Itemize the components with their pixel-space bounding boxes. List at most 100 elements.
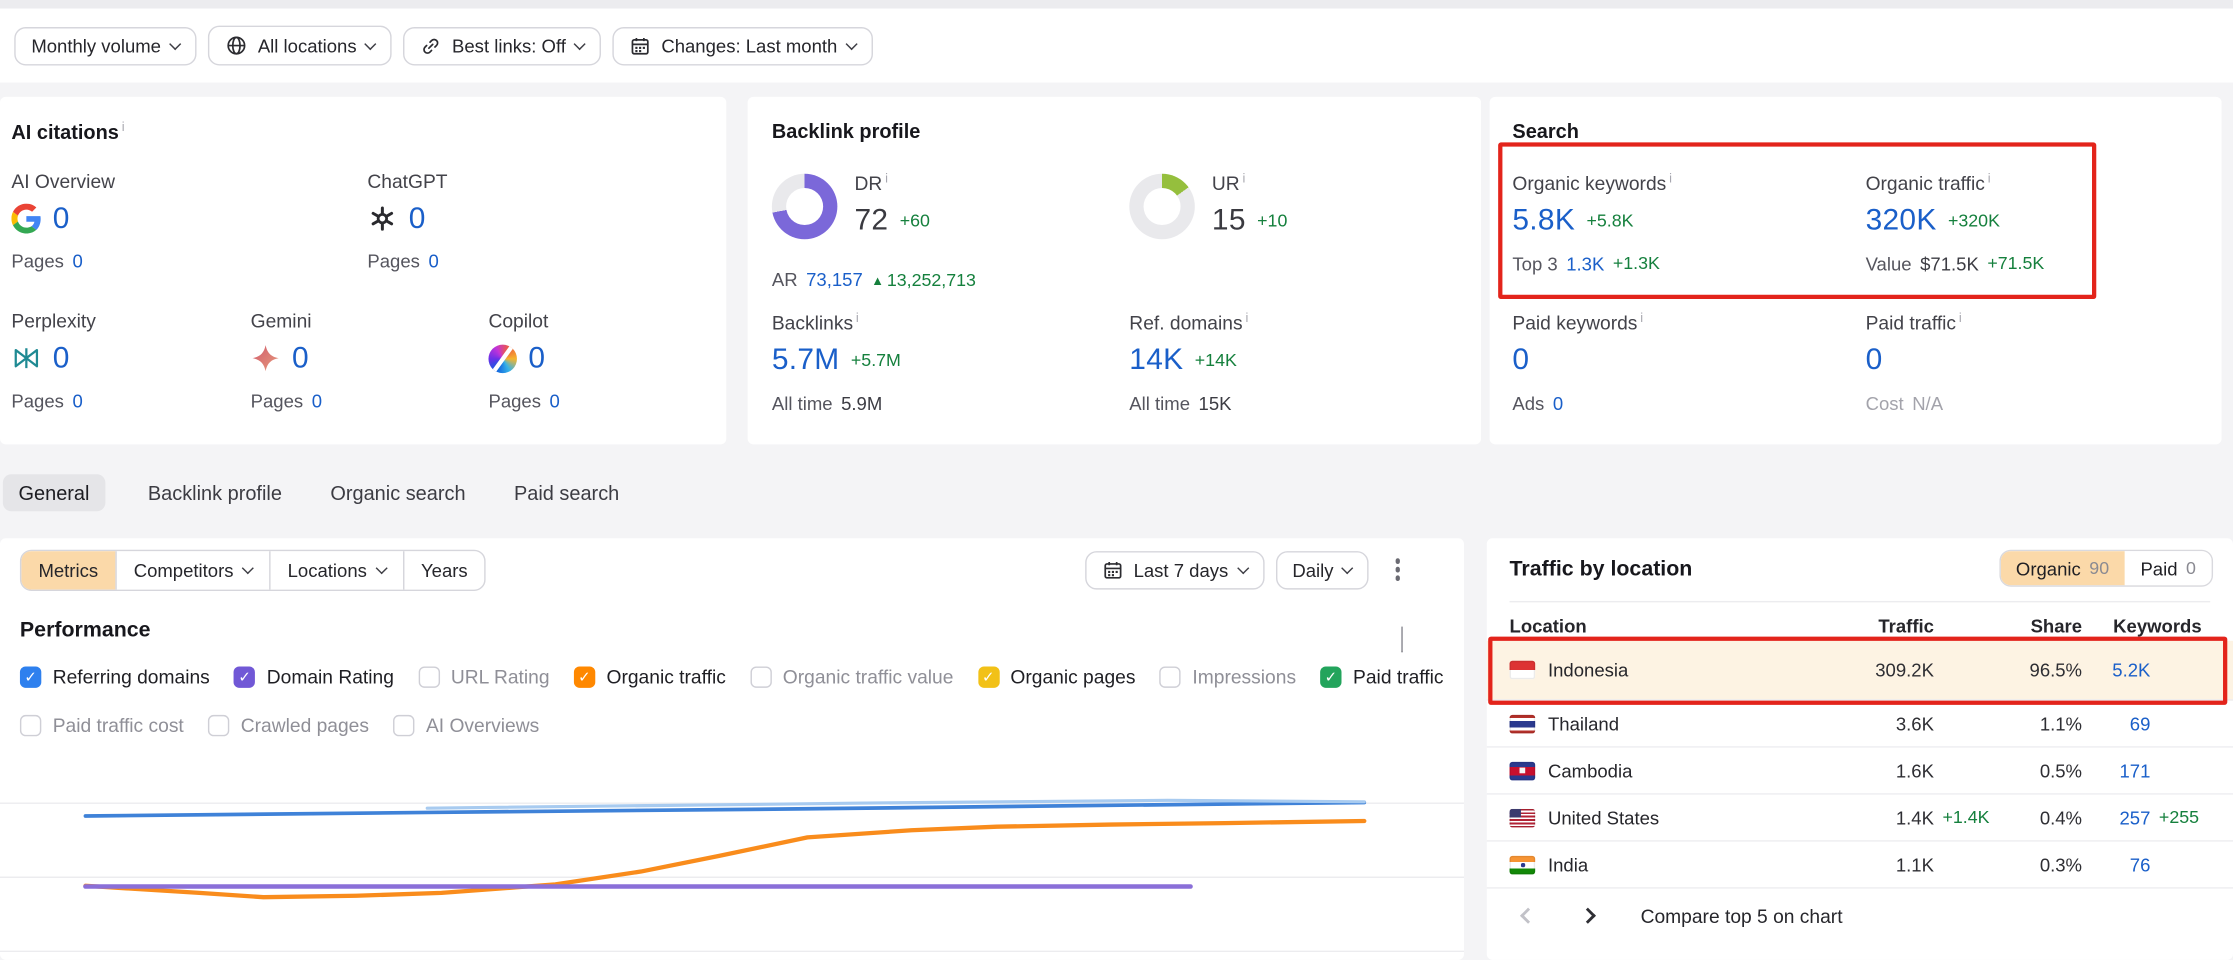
tab-backlink-profile[interactable]: Backlink profile bbox=[142, 474, 287, 511]
next-page-button[interactable] bbox=[1572, 900, 1603, 931]
chevron-down-icon bbox=[846, 37, 858, 49]
info-icon[interactable] bbox=[1245, 310, 1248, 324]
granularity-button[interactable]: Daily bbox=[1275, 550, 1369, 588]
compare-top5-label: Compare top 5 on chart bbox=[1641, 905, 1843, 926]
metric-checkbox-domain-rating[interactable]: Domain Rating bbox=[234, 666, 394, 687]
segment-metrics[interactable]: Metrics bbox=[21, 551, 115, 589]
checkbox-checked-icon bbox=[574, 666, 595, 687]
paid-keywords-stat: Paid keywords 0 Ads0 bbox=[1512, 310, 1861, 413]
tab-general[interactable]: General bbox=[3, 474, 105, 511]
metric-value[interactable]: 0 bbox=[292, 341, 309, 375]
card-title: Backlink profile bbox=[772, 120, 920, 143]
filter-label: Best links: Off bbox=[452, 35, 566, 56]
metric-value[interactable]: 0 bbox=[53, 202, 70, 236]
metric-checkbox-referring-domains[interactable]: Referring domains bbox=[20, 666, 210, 687]
metric-checkbox-organic-traffic[interactable]: Organic traffic bbox=[574, 666, 726, 687]
best-links-filter[interactable]: Best links: Off bbox=[404, 26, 602, 64]
col-location: Location bbox=[1510, 614, 1792, 635]
ads-value-link[interactable]: 0 bbox=[1553, 392, 1563, 413]
segment-locations[interactable]: Locations bbox=[269, 551, 402, 589]
performance-title: Performance bbox=[20, 618, 151, 642]
info-icon[interactable] bbox=[1640, 310, 1643, 324]
metric-toggles-row-1: Referring domains Domain Rating URL Rati… bbox=[20, 666, 1444, 687]
more-options-button[interactable] bbox=[1381, 550, 1415, 590]
ar-value-link[interactable]: 73,157 bbox=[806, 269, 863, 290]
tab-paid-search[interactable]: Paid search bbox=[508, 474, 625, 511]
metric-checkbox-url-rating[interactable]: URL Rating bbox=[418, 666, 549, 687]
pages-link[interactable]: 0 bbox=[428, 251, 438, 272]
keywords-link[interactable]: 76 bbox=[2082, 854, 2150, 875]
metric-checkbox-paid-traffic-cost[interactable]: Paid traffic cost bbox=[20, 715, 184, 736]
locations-filter[interactable]: All locations bbox=[208, 26, 392, 66]
backlinks-value-link[interactable]: 5.7M bbox=[772, 343, 840, 377]
table-header: Location Traffic Share Keywords bbox=[1487, 610, 2233, 641]
paid-traffic-value-link[interactable]: 0 bbox=[1866, 343, 1883, 377]
info-icon[interactable] bbox=[856, 310, 859, 324]
metric-checkbox-ai-overviews[interactable]: AI Overviews bbox=[393, 715, 539, 736]
performance-chart[interactable] bbox=[0, 769, 1464, 960]
metric-value[interactable]: 0 bbox=[528, 341, 545, 375]
organic-keywords-value-link[interactable]: 5.8K bbox=[1512, 204, 1575, 238]
keywords-link[interactable]: 171 bbox=[2082, 760, 2150, 781]
metric-checkbox-organic-traffic-value[interactable]: Organic traffic value bbox=[750, 666, 953, 687]
paid-keywords-value-link[interactable]: 0 bbox=[1512, 343, 1529, 377]
metric-checkbox-crawled-pages[interactable]: Crawled pages bbox=[208, 715, 369, 736]
metric-value[interactable]: 0 bbox=[409, 202, 426, 236]
monthly-volume-filter[interactable]: Monthly volume bbox=[14, 26, 196, 64]
toggle-organic[interactable]: Organic 90 bbox=[2000, 551, 2125, 585]
backlink-profile-card: Backlink profile DR 72+60 AR 73,157 13,2… bbox=[748, 97, 1481, 444]
chevron-right-icon bbox=[1580, 908, 1596, 924]
backlinks-stat: Backlinks 5.7M+5.7M All time5.9M bbox=[772, 310, 1121, 413]
pages-link[interactable]: 0 bbox=[72, 251, 82, 272]
flag-thailand-icon bbox=[1510, 714, 1536, 733]
keywords-link[interactable]: 69 bbox=[2082, 713, 2150, 734]
changes-filter[interactable]: Changes: Last month bbox=[613, 26, 873, 64]
pages-link[interactable]: 0 bbox=[72, 390, 82, 411]
info-icon[interactable] bbox=[1243, 171, 1246, 185]
info-icon[interactable] bbox=[1959, 310, 1962, 324]
table-row-indonesia[interactable]: Indonesia 309.2K 96.5% 5.2K bbox=[1487, 641, 2233, 701]
info-icon[interactable] bbox=[1988, 171, 1991, 185]
checkbox-checked-icon bbox=[20, 666, 41, 687]
metric-checkbox-paid-traffic[interactable]: Paid traffic bbox=[1320, 666, 1443, 687]
toggle-paid[interactable]: Paid 0 bbox=[2125, 551, 2212, 585]
filter-label: Monthly volume bbox=[31, 35, 161, 56]
info-icon[interactable] bbox=[122, 120, 125, 134]
pages-link[interactable]: 0 bbox=[550, 390, 560, 411]
keywords-link[interactable]: 257 bbox=[2082, 807, 2150, 828]
tab-organic-search[interactable]: Organic search bbox=[325, 474, 472, 511]
table-row-thailand[interactable]: Thailand 3.6K 1.1% 69 bbox=[1487, 701, 2233, 748]
prev-page-button[interactable] bbox=[1512, 900, 1543, 931]
metric-checkbox-impressions[interactable]: Impressions bbox=[1160, 666, 1296, 687]
col-share: Share bbox=[1994, 614, 2082, 635]
metric-checkbox-organic-pages[interactable]: Organic pages bbox=[978, 666, 1136, 687]
panel-title: Traffic by location bbox=[1510, 557, 1693, 581]
table-row-cambodia[interactable]: Cambodia 1.6K 0.5% 171 bbox=[1487, 748, 2233, 795]
segment-years[interactable]: Years bbox=[402, 551, 484, 589]
flag-cambodia-icon bbox=[1510, 761, 1536, 780]
organic-traffic-value-link[interactable]: 320K bbox=[1866, 204, 1937, 238]
globe-icon bbox=[225, 34, 248, 57]
checkbox-unchecked-icon bbox=[208, 715, 229, 736]
up-triangle-icon: 13,252,713 bbox=[871, 270, 976, 290]
keywords-link[interactable]: 5.2K bbox=[2082, 659, 2150, 680]
collapse-section-button[interactable] bbox=[1401, 627, 1402, 653]
table-row-india[interactable]: India 1.1K 0.3% 76 bbox=[1487, 842, 2233, 889]
date-range-button[interactable]: Last 7 days bbox=[1085, 550, 1264, 588]
traffic-type-toggle: Organic 90 Paid 0 bbox=[1999, 550, 2213, 587]
checkbox-checked-icon bbox=[234, 666, 255, 687]
top3-value-link[interactable]: 1.3K bbox=[1566, 253, 1604, 274]
chevron-left-icon bbox=[1520, 908, 1536, 924]
flag-india-icon bbox=[1510, 855, 1536, 874]
metric-value[interactable]: 0 bbox=[53, 341, 70, 375]
segment-competitors[interactable]: Competitors bbox=[115, 551, 269, 589]
checkbox-unchecked-icon bbox=[1160, 666, 1181, 687]
info-icon[interactable] bbox=[1669, 171, 1672, 185]
pages-link[interactable]: 0 bbox=[312, 390, 322, 411]
analytics-dashboard: Monthly volume All locations Best links:… bbox=[0, 0, 2233, 960]
table-row-united-states[interactable]: United States 1.4K +1.4K 0.4% 257 +255 bbox=[1487, 795, 2233, 842]
kebab-icon bbox=[1395, 567, 1400, 572]
ref-domains-value-link[interactable]: 14K bbox=[1129, 343, 1183, 377]
chevron-down-icon bbox=[574, 37, 586, 49]
info-icon[interactable] bbox=[885, 171, 888, 185]
